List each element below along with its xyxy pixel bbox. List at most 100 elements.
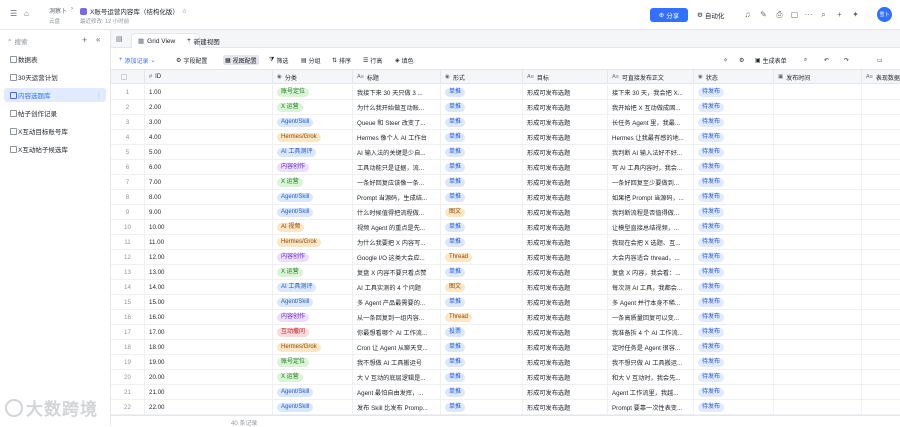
cell-form[interactable]: 图文 — [441, 280, 523, 295]
cell-form[interactable]: 单推 — [441, 400, 523, 415]
cell-n[interactable]: 11 — [111, 235, 145, 250]
cell-cat[interactable]: AI 视频 — [273, 220, 353, 235]
sidebar-item-table[interactable]: 30天运营计划 — [4, 70, 106, 84]
cell-empty[interactable] — [862, 100, 900, 115]
cell-id[interactable]: 2.00 — [145, 100, 273, 115]
cell-form[interactable]: 投票 — [441, 325, 523, 340]
cell-goal[interactable]: 形成可发布选题 — [523, 235, 608, 250]
cell-form[interactable]: 单推 — [441, 355, 523, 370]
cell-body[interactable]: 我判断 AI 输入法好不好... — [608, 145, 694, 160]
cell-n[interactable]: 9 — [111, 205, 145, 220]
cell-empty[interactable] — [774, 250, 862, 265]
cell-form[interactable]: 单推 — [441, 160, 523, 175]
more-icon[interactable]: ··· — [803, 9, 814, 20]
cell-n[interactable]: 12 — [111, 250, 145, 265]
group-button[interactable]: ▤ 分组 — [301, 55, 321, 65]
cell-id[interactable]: 19.00 — [145, 355, 273, 370]
avatar[interactable]: 雪卜 — [877, 7, 892, 22]
cell-status[interactable]: 待发布 — [694, 235, 774, 250]
table-row[interactable]: 2 2.00 X 运营 为什么我开始做互动账... 单推 形成可发布选题 我开始把 X 互动… — [111, 100, 900, 115]
table-row[interactable]: 16 16.00 内容创作 从一条回复到一组内容... Thread 形成可发布选题 一条高… — [111, 310, 900, 325]
cell-title[interactable]: 复盘 X 内容不要只看点赞 — [353, 265, 441, 280]
table-row[interactable]: 22 22.00 Agent/Skill 发布 Skill 比发布 Promp... 单… — [111, 400, 900, 415]
cell-body[interactable]: 复盘 X 内容，我会看：... — [608, 265, 694, 280]
cell-body[interactable]: 我现在会把 X 选题、互... — [608, 235, 694, 250]
edit-icon[interactable]: ✎ — [758, 9, 769, 20]
add-table-icon[interactable]: + — [82, 35, 87, 45]
cell-title[interactable]: AI 输入法的关键是少自... — [353, 145, 441, 160]
cell-empty[interactable] — [862, 400, 900, 415]
cell-empty[interactable] — [774, 145, 862, 160]
bookmark-icon[interactable]: ⎙ — [774, 9, 785, 20]
cell-cat[interactable]: 内容创作 — [273, 160, 353, 175]
cell-form[interactable]: Thread — [441, 310, 523, 325]
sidebar-item-table[interactable]: 帖子创作记录 — [4, 106, 106, 120]
cell-body[interactable]: Prompt 要靠一次性表变... — [608, 400, 694, 415]
cell-title[interactable]: 我不想做 AI 工具搬运号 — [353, 355, 441, 370]
share-button[interactable]: ⊕ 分享 — [650, 8, 688, 22]
star-icon[interactable]: ☆ — [182, 8, 187, 15]
cell-id[interactable]: 5.00 — [145, 145, 273, 160]
cell-empty[interactable] — [862, 220, 900, 235]
cell-goal[interactable]: 形成可发布选题 — [523, 205, 608, 220]
sort-button[interactable]: ⇅ 排序 — [332, 55, 351, 65]
cell-goal[interactable]: 形成可发布选题 — [523, 190, 608, 205]
cell-body[interactable]: 一条高质量回复可以变... — [608, 310, 694, 325]
cell-body[interactable]: 多 Agent 并行本身不稀... — [608, 295, 694, 310]
cell-id[interactable]: 16.00 — [145, 310, 273, 325]
cell-title[interactable]: 工具动能只是证据，流... — [353, 160, 441, 175]
cell-goal[interactable]: 形成可发布选题 — [523, 100, 608, 115]
menu-icon[interactable]: ☰ — [10, 9, 17, 18]
cell-title[interactable]: Google I/O 这类大会应... — [353, 250, 441, 265]
comment-icon[interactable]: ▭ — [877, 55, 883, 65]
cell-title[interactable]: 为什么我要把 X 内容写... — [353, 235, 441, 250]
cell-body[interactable]: 接下来 30 天，我会把 X... — [608, 85, 694, 100]
cell-body[interactable]: 定时任务是 Agent 很容... — [608, 340, 694, 355]
cell-cat[interactable]: 账号定位 — [273, 355, 353, 370]
cell-form[interactable]: 单推 — [441, 235, 523, 250]
sidebar-item-table[interactable]: X互动目标账号库 — [4, 124, 106, 138]
cell-empty[interactable] — [862, 145, 900, 160]
cell-cat[interactable]: X 运营 — [273, 100, 353, 115]
field-config-button[interactable]: ⚙ 字段配置 — [176, 55, 207, 65]
ai-icon[interactable]: ✧ — [723, 55, 728, 65]
settings-icon[interactable]: ⚙ — [739, 55, 744, 65]
cell-empty[interactable] — [862, 355, 900, 370]
cell-goal[interactable]: 形成可发布选题 — [523, 340, 608, 355]
cell-form[interactable]: 单推 — [441, 130, 523, 145]
cell-goal[interactable]: 形成可发布选题 — [523, 280, 608, 295]
table-row[interactable]: 5 5.00 AI 工具测评 AI 输入法的关键是少自... 单推 形成可发布选题 我判断 … — [111, 145, 900, 160]
cell-empty[interactable] — [862, 190, 900, 205]
cell-empty[interactable] — [862, 175, 900, 190]
automation-button[interactable]: ⚙ 自动化 — [697, 8, 724, 22]
view-config-button[interactable]: ▦ 视图配置 — [223, 55, 259, 65]
cell-body[interactable]: 长任务 Agent 里，我最... — [608, 115, 694, 130]
cell-empty[interactable] — [862, 310, 900, 325]
cell-title[interactable]: 什么时候值得把流程做... — [353, 205, 441, 220]
cell-cat[interactable]: Agent/Skill — [273, 400, 353, 415]
cell-form[interactable]: 单推 — [441, 370, 523, 385]
cell-empty[interactable] — [774, 160, 862, 175]
cell-form[interactable]: 单推 — [441, 145, 523, 160]
cell-n[interactable]: 6 — [111, 160, 145, 175]
cell-status[interactable]: 待发布 — [694, 85, 774, 100]
cell-cat[interactable]: Agent/Skill — [273, 115, 353, 130]
cell-goal[interactable]: 形成可发布选题 — [523, 220, 608, 235]
table-row[interactable]: 21 21.00 Agent/Skill Agent 最怕自由发挥，... 单推 形成可发… — [111, 385, 900, 400]
column-header[interactable]: ◉ 形式 — [441, 70, 523, 84]
cell-title[interactable]: Hermes 像个人 AI 工作台 — [353, 130, 441, 145]
bell-icon[interactable]: ♫ — [742, 9, 753, 20]
cell-form[interactable]: 单推 — [441, 295, 523, 310]
cell-empty[interactable] — [862, 205, 900, 220]
cell-id[interactable]: 15.00 — [145, 295, 273, 310]
cell-title[interactable]: 大 V 互动的底层逻辑是... — [353, 370, 441, 385]
undo-icon[interactable]: ↶ — [824, 55, 829, 65]
sparkle-icon[interactable]: ✦ — [850, 9, 861, 20]
cell-id[interactable]: 12.00 — [145, 250, 273, 265]
collapse-sidebar-icon[interactable]: « — [96, 35, 100, 44]
cell-status[interactable]: 待发布 — [694, 100, 774, 115]
cell-id[interactable]: 3.00 — [145, 115, 273, 130]
cell-goal[interactable]: 形成可发布选题 — [523, 160, 608, 175]
cell-empty[interactable] — [862, 115, 900, 130]
cell-title[interactable]: 多 Agent 产品最需要的... — [353, 295, 441, 310]
